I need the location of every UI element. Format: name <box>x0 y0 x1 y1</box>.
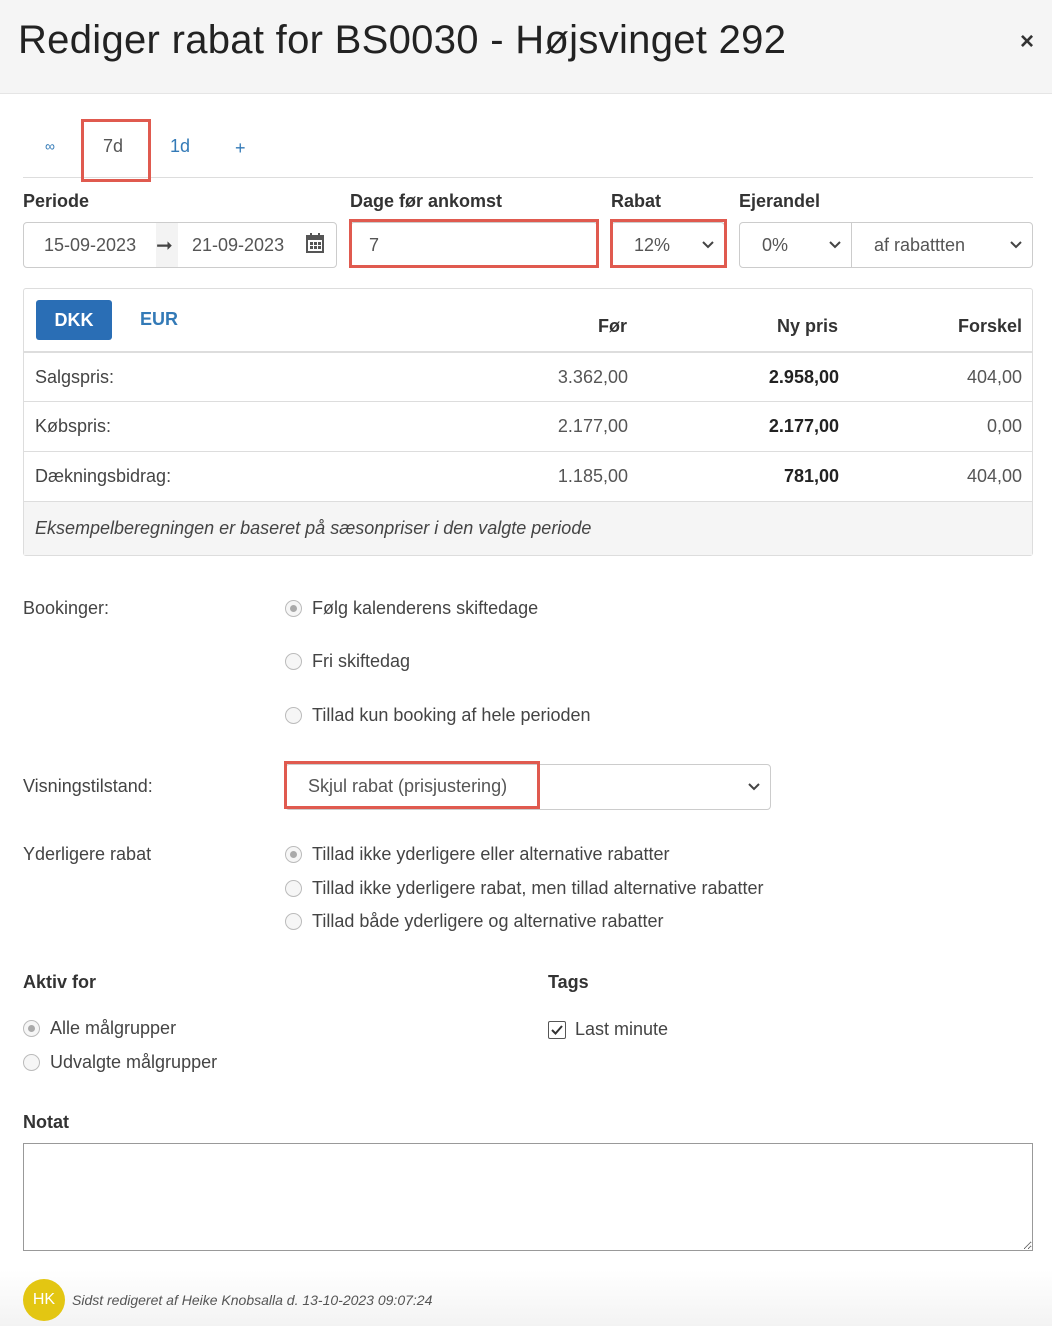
date-range-picker[interactable]: 15-09-2023 ➞ 21-09-2023 <box>23 222 337 268</box>
table-row: Salgspris: 3.362,00 2.958,00 404,00 <box>24 351 1032 401</box>
ejerandel-basis-value: af rabattten <box>874 235 966 255</box>
add-tab-button[interactable]: + <box>235 138 246 159</box>
dage-value: 7 <box>369 235 380 255</box>
currency-dkk-button[interactable]: DKK <box>36 300 112 340</box>
ejerandel-select[interactable]: 0% <box>739 222 852 268</box>
cell-before: 1.185,00 <box>557 466 628 486</box>
radio-icon[interactable] <box>285 846 302 863</box>
cell-new: 2.177,00 <box>768 416 839 436</box>
tab-1d[interactable]: 1d <box>170 136 190 157</box>
arrow-right-icon: ➞ <box>156 235 173 257</box>
cell-diff: 404,00 <box>966 367 1022 387</box>
date-to[interactable]: 21-09-2023 <box>192 235 284 256</box>
tab-7d[interactable]: 7d <box>103 136 123 157</box>
table-row: Dækningsbidrag: 1.185,00 781,00 404,00 <box>24 451 1032 501</box>
rabat-value: 12% <box>634 235 671 255</box>
calendar-icon[interactable] <box>306 233 324 253</box>
radio-label: Tillad ikke yderligere rabat, men tillad… <box>312 878 764 898</box>
radio-label: Udvalgte målgrupper <box>50 1052 218 1072</box>
dialog-title: Rediger rabat for BS0030 - Højsvinget 29… <box>18 18 787 62</box>
currency-eur-button[interactable]: EUR <box>140 309 178 330</box>
radio-icon[interactable] <box>285 880 302 897</box>
chevron-down-icon <box>748 783 760 791</box>
radio-label: Alle målgrupper <box>50 1018 177 1038</box>
visning-label: Visningstilstand: <box>23 776 153 796</box>
radio-icon[interactable] <box>285 707 302 724</box>
close-icon[interactable]: × <box>1020 30 1034 54</box>
column-header-before: Før <box>598 316 627 336</box>
cell-new: 2.958,00 <box>768 367 839 387</box>
tab-infinite[interactable]: ∞ <box>45 138 55 154</box>
yderligere-label: Yderligere rabat <box>23 844 152 864</box>
radio-label: Tillad både yderligere og alternative ra… <box>312 911 664 931</box>
radio-label: Følg kalenderens skiftedage <box>312 598 539 618</box>
periode-label: Periode <box>23 191 90 211</box>
aktiv-label: Aktiv for <box>23 972 97 992</box>
check-icon <box>551 1025 563 1035</box>
checkbox-label: Last minute <box>575 1019 669 1039</box>
cell-diff: 404,00 <box>966 466 1022 486</box>
row-label: Dækningsbidrag: <box>35 466 172 486</box>
period-tabs: ∞ 7d 1d + <box>23 118 1033 178</box>
row-label: Købspris: <box>35 416 112 436</box>
date-from[interactable]: 15-09-2023 <box>44 235 136 256</box>
ejerandel-label: Ejerandel <box>739 191 821 211</box>
rabat-label: Rabat <box>611 191 662 211</box>
last-edited-text: Sidst redigeret af Heike Knobsalla d. 13… <box>72 1292 433 1308</box>
radio-icon[interactable] <box>285 653 302 670</box>
notat-textarea[interactable] <box>23 1143 1033 1251</box>
radio-icon[interactable] <box>285 913 302 930</box>
column-header-diff: Forskel <box>957 316 1022 336</box>
radio-icon[interactable] <box>285 600 302 617</box>
radio-icon[interactable] <box>23 1054 40 1071</box>
price-note-text: Eksempelberegningen er baseret på sæsonp… <box>35 518 592 538</box>
dage-label: Dage før ankomst <box>350 191 503 211</box>
radio-label: Tillad ikke yderligere eller alternative… <box>312 844 670 864</box>
avatar: HK <box>23 1279 65 1321</box>
cell-new: 781,00 <box>783 466 839 486</box>
dage-input[interactable]: 7 <box>350 222 598 268</box>
notat-label: Notat <box>23 1112 69 1132</box>
visning-value: Skjul rabat (prisjustering) <box>308 776 508 796</box>
cell-before: 2.177,00 <box>557 416 628 436</box>
radio-label: Tillad kun booking af hele perioden <box>312 705 591 725</box>
price-table: DKK EUR Før Ny pris Forskel Salgspris: 3… <box>23 288 1033 556</box>
visning-select[interactable]: Skjul rabat (prisjustering) <box>285 764 771 810</box>
row-label: Salgspris: <box>35 367 115 387</box>
ejerandel-value: 0% <box>762 235 789 255</box>
rabat-select[interactable]: 12% <box>611 222 725 268</box>
cell-before: 3.362,00 <box>557 367 628 387</box>
dialog-header: Rediger rabat for BS0030 - Højsvinget 29… <box>0 0 1052 94</box>
chevron-down-icon <box>829 241 841 249</box>
radio-label: Fri skiftedag <box>312 651 411 671</box>
radio-icon[interactable] <box>23 1020 40 1037</box>
checkbox-icon[interactable] <box>548 1021 566 1039</box>
chevron-down-icon <box>702 241 714 249</box>
table-row: Købspris: 2.177,00 2.177,00 0,00 <box>24 401 1032 451</box>
bookinger-label: Bookinger: <box>23 598 110 618</box>
cell-diff: 0,00 <box>986 416 1022 436</box>
column-header-new: Ny pris <box>776 316 838 336</box>
chevron-down-icon <box>1010 241 1022 249</box>
price-note: Eksempelberegningen er baseret på sæsonp… <box>24 501 1032 555</box>
tags-label: Tags <box>548 972 589 992</box>
ejerandel-basis-select[interactable]: af rabattten <box>851 222 1033 268</box>
